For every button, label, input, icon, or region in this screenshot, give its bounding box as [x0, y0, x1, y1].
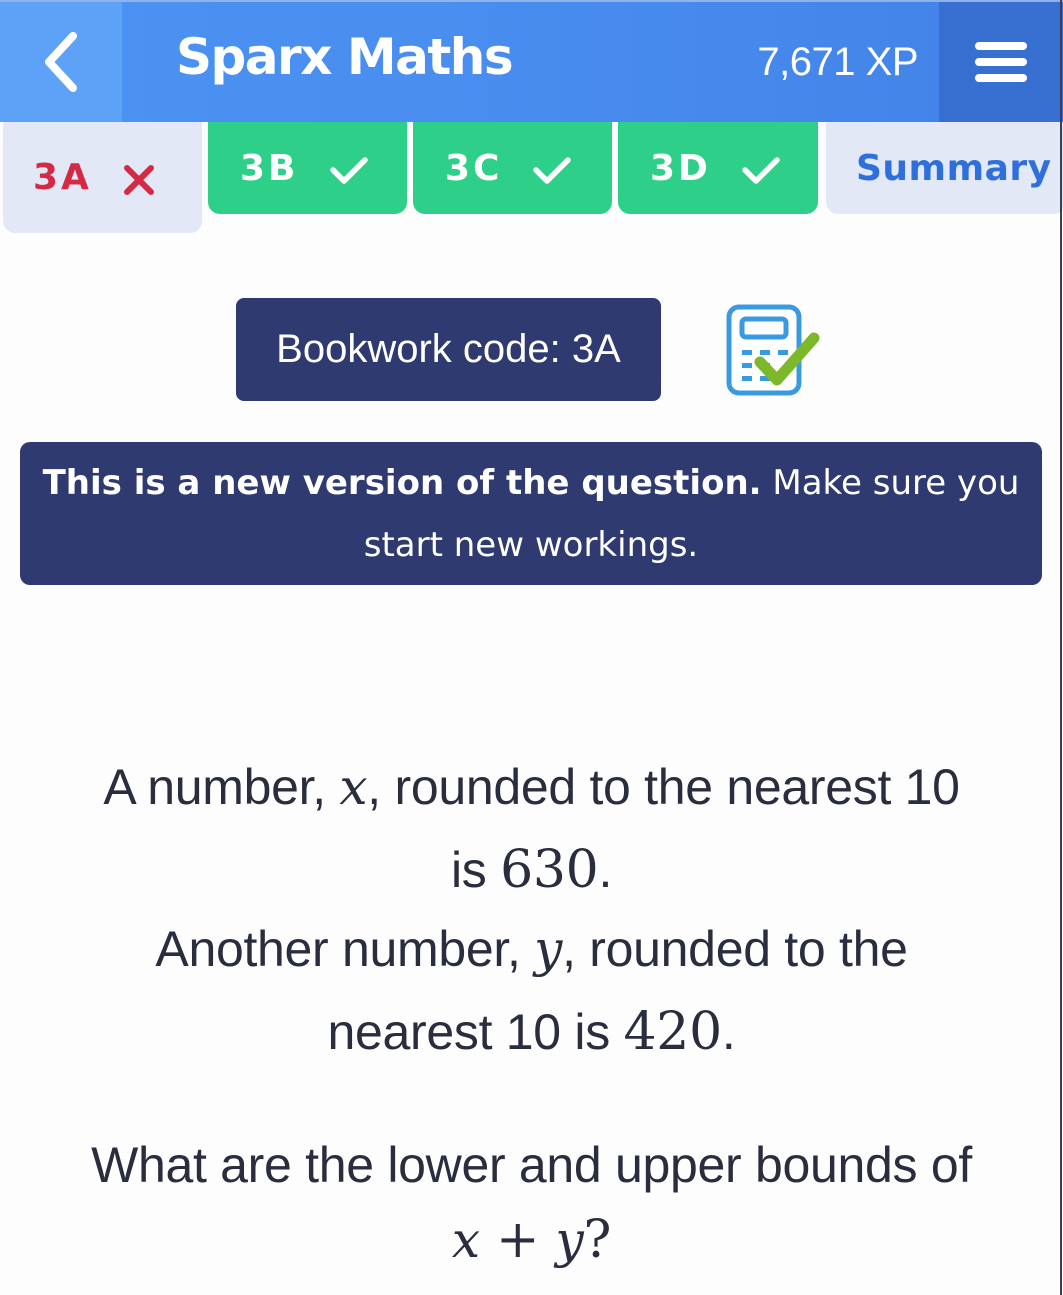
- bookwork-code-badge: Bookwork code: 3A: [236, 298, 661, 401]
- chevron-left-icon: [45, 32, 77, 92]
- calculator-check-icon[interactable]: [722, 304, 822, 396]
- app-title: Sparx Maths: [176, 28, 514, 86]
- question-text: nearest 10 is: [327, 1004, 624, 1060]
- check-icon: [741, 156, 781, 186]
- tab-label: 3C: [445, 148, 503, 189]
- page: Sparx Maths 7,671 XP 3A 3B 3C 3D Summary…: [0, 0, 1063, 1295]
- notice-bold-text: This is a new version of the question.: [42, 463, 762, 503]
- question-text: Another number,: [155, 921, 535, 977]
- question-line-4: nearest 10 is 420.: [0, 1002, 1063, 1062]
- tab-3c[interactable]: 3C: [413, 122, 612, 214]
- hamburger-menu-icon: [975, 42, 1027, 82]
- question-text: is: [450, 842, 501, 898]
- variable-y: y: [534, 920, 563, 978]
- question-line-5: What are the lower and upper bounds of: [0, 1136, 1063, 1194]
- expr-question-mark: ?: [583, 1210, 612, 1270]
- check-icon: [329, 156, 369, 186]
- question-line-2: is 630.: [0, 840, 1063, 900]
- question-expression: x + y?: [0, 1210, 1063, 1270]
- tab-label: 3D: [650, 148, 711, 189]
- question-line-3: Another number, y, rounded to the: [0, 920, 1063, 978]
- expr-y: y: [555, 1211, 584, 1269]
- top-bar: Sparx Maths 7,671 XP: [0, 0, 1063, 122]
- expr-plus: +: [479, 1210, 556, 1270]
- tab-3b[interactable]: 3B: [208, 122, 407, 214]
- question-line-1: A number, x, rounded to the nearest 10: [0, 758, 1063, 816]
- value-x: 630: [500, 840, 599, 900]
- xp-counter: 7,671 XP: [757, 40, 918, 84]
- screen-edge-divider: [1060, 0, 1062, 1295]
- value-y: 420: [623, 1002, 723, 1062]
- question-text: , rounded to the nearest 10: [367, 759, 960, 815]
- question-text: .: [598, 842, 613, 898]
- tab-3d[interactable]: 3D: [618, 122, 818, 214]
- bookwork-code-text: Bookwork code: 3A: [276, 327, 621, 371]
- question-text: , rounded to the: [562, 921, 908, 977]
- question-text: What are the lower and upper bounds of: [91, 1137, 972, 1193]
- question-text: .: [721, 1004, 736, 1060]
- back-button[interactable]: [0, 2, 122, 122]
- cross-icon: [122, 163, 156, 197]
- tab-3a[interactable]: 3A: [3, 122, 202, 233]
- question-text: A number,: [103, 759, 340, 815]
- tab-summary[interactable]: Summary: [826, 122, 1063, 214]
- check-icon: [532, 156, 572, 186]
- menu-button[interactable]: [939, 2, 1063, 122]
- expr-x: x: [451, 1211, 480, 1269]
- tab-label: 3A: [33, 157, 92, 198]
- variable-x: x: [339, 758, 368, 816]
- tab-label: Summary: [856, 147, 1052, 189]
- tab-label: 3B: [240, 148, 299, 189]
- new-version-notice: This is a new version of the question. M…: [20, 442, 1042, 585]
